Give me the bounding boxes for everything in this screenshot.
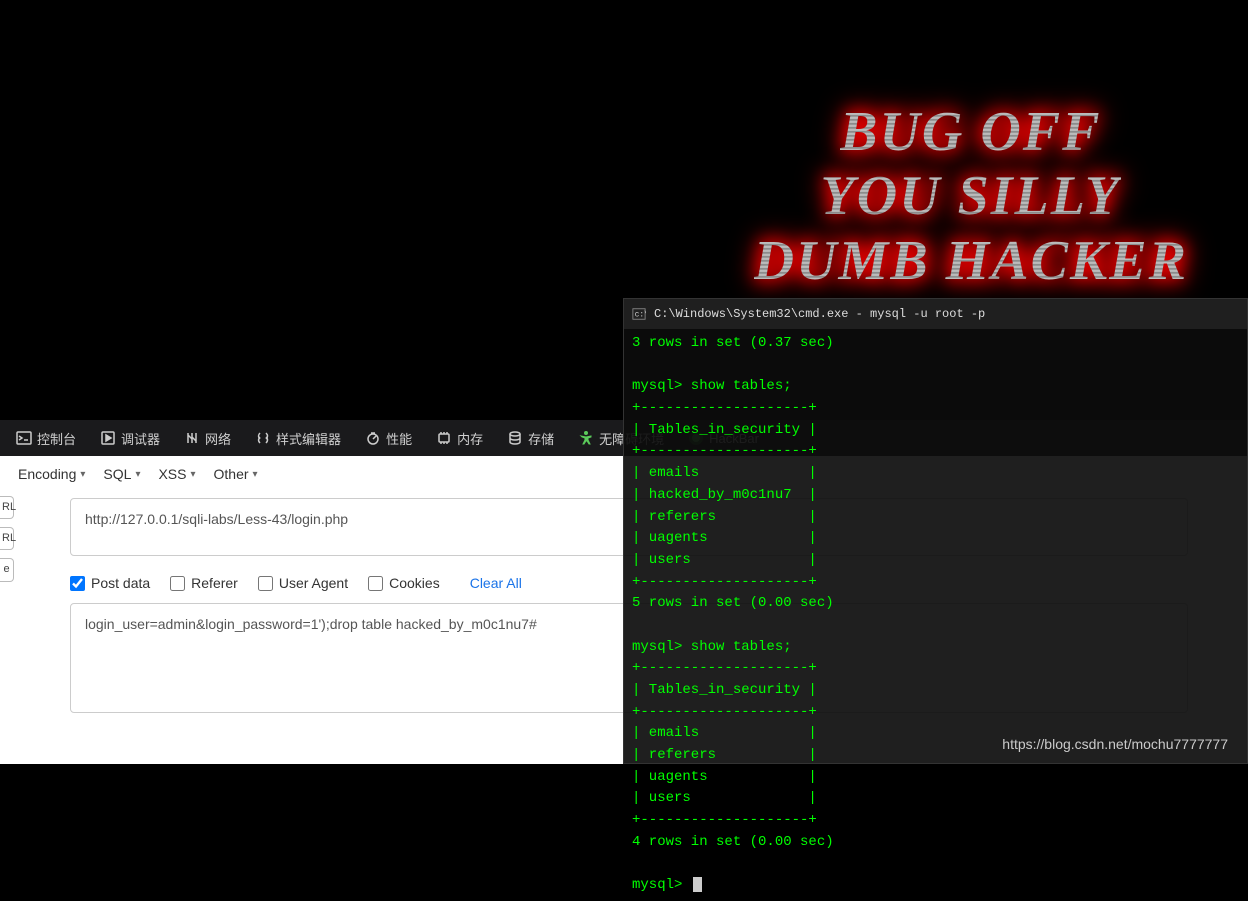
menu-xss[interactable]: XSS▾ bbox=[158, 466, 195, 482]
tab-performance[interactable]: 性能 bbox=[355, 425, 422, 452]
tab-debugger[interactable]: 调试器 bbox=[90, 425, 170, 452]
tab-network[interactable]: 网络 bbox=[174, 425, 241, 452]
banner-text: BUG OFF YOU SILLY DUMB HACKER bbox=[754, 100, 1188, 293]
caret-icon: ▾ bbox=[80, 469, 85, 480]
tab-label: 调试器 bbox=[121, 429, 160, 448]
tab-label: 网络 bbox=[205, 429, 231, 448]
hackbar-sidebar: RL RL e bbox=[0, 496, 14, 582]
banner-line-3: DUMB HACKER bbox=[754, 229, 1188, 293]
caret-icon: ▾ bbox=[190, 469, 195, 480]
checkbox-cookies[interactable]: Cookies bbox=[368, 575, 440, 591]
side-button-rl2[interactable]: RL bbox=[0, 527, 14, 550]
cursor bbox=[693, 877, 702, 892]
caret-icon: ▾ bbox=[135, 469, 140, 480]
menu-sql[interactable]: SQL▾ bbox=[103, 466, 140, 482]
tab-storage[interactable]: 存储 bbox=[497, 425, 564, 452]
watermark: https://blog.csdn.net/mochu7777777 bbox=[1002, 736, 1228, 752]
checkbox-useragent[interactable]: User Agent bbox=[258, 575, 348, 591]
side-button-e[interactable]: e bbox=[0, 558, 14, 581]
cmd-body[interactable]: 3 rows in set (0.37 sec) mysql> show tab… bbox=[624, 329, 1247, 901]
cmd-icon: c:\ bbox=[632, 307, 646, 321]
checkbox-referer[interactable]: Referer bbox=[170, 575, 238, 591]
caret-icon: ▾ bbox=[253, 469, 258, 480]
cmd-window[interactable]: c:\ C:\Windows\System32\cmd.exe - mysql … bbox=[623, 298, 1248, 764]
menu-encoding[interactable]: Encoding▾ bbox=[18, 466, 85, 482]
tab-label: 样式编辑器 bbox=[276, 429, 341, 448]
tab-memory[interactable]: 内存 bbox=[426, 425, 493, 452]
checkbox-postdata[interactable]: Post data bbox=[70, 575, 150, 591]
banner-line-1: BUG OFF bbox=[840, 100, 1101, 164]
tab-style-editor[interactable]: 样式编辑器 bbox=[245, 425, 351, 452]
banner-line-2: YOU SILLY bbox=[821, 164, 1122, 228]
tab-label: 控制台 bbox=[37, 429, 76, 448]
tab-label: 性能 bbox=[386, 429, 412, 448]
tab-label: 内存 bbox=[457, 429, 483, 448]
side-button-rl1[interactable]: RL bbox=[0, 496, 14, 519]
svg-text:c:\: c:\ bbox=[635, 311, 646, 320]
cmd-title: C:\Windows\System32\cmd.exe - mysql -u r… bbox=[654, 307, 985, 321]
cmd-titlebar[interactable]: c:\ C:\Windows\System32\cmd.exe - mysql … bbox=[624, 299, 1247, 329]
tab-console[interactable]: 控制台 bbox=[6, 425, 86, 452]
clear-all-link[interactable]: Clear All bbox=[470, 575, 522, 591]
menu-other[interactable]: Other▾ bbox=[214, 466, 258, 482]
tab-label: 存储 bbox=[528, 429, 554, 448]
